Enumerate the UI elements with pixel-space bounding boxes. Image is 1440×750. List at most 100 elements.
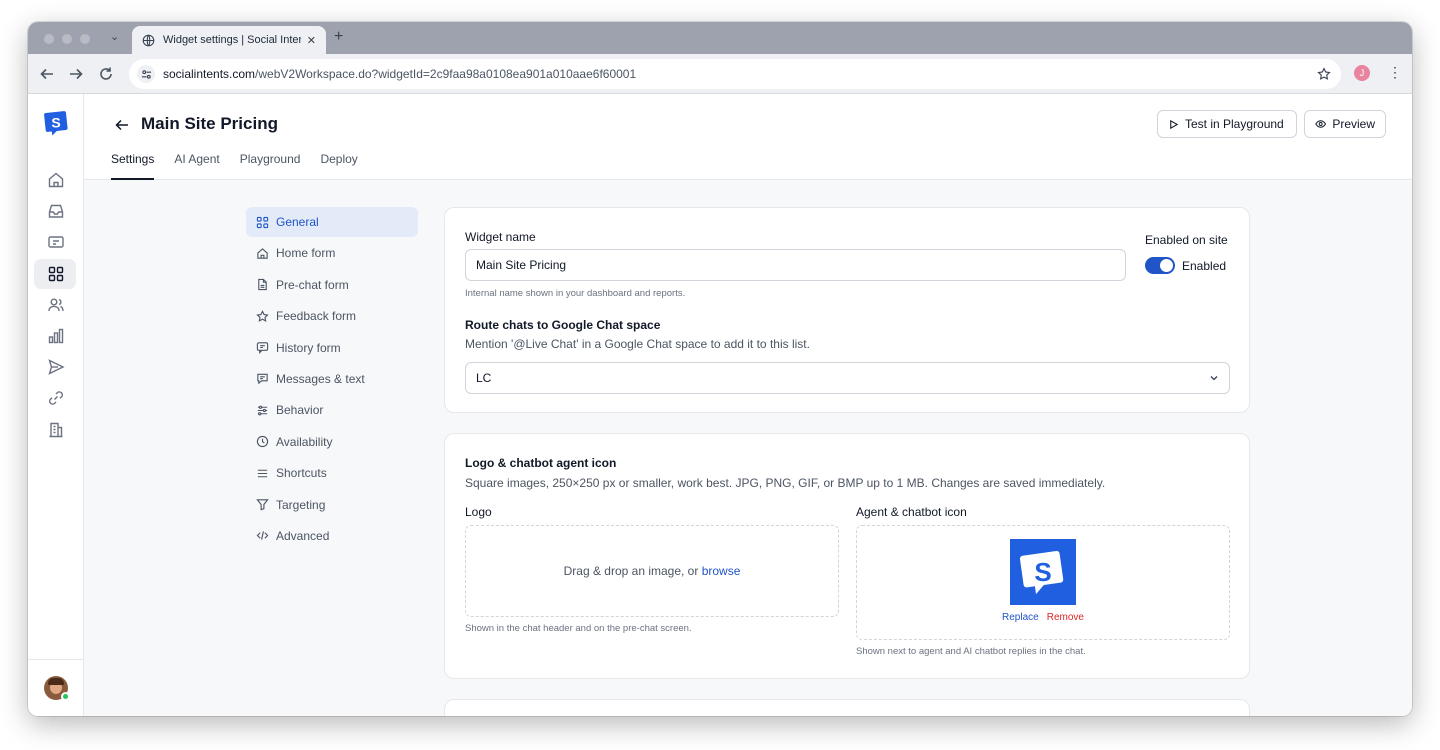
settings-nav-advanced[interactable]: Advanced — [246, 521, 418, 551]
widget-name-label: Widget name — [465, 230, 536, 244]
back-icon[interactable] — [38, 65, 56, 83]
tab-deploy[interactable]: Deploy — [320, 152, 357, 180]
minimize-window-dot[interactable] — [62, 34, 72, 44]
logo-icon-card: Logo & chatbot agent icon Square images,… — [444, 433, 1250, 679]
widgets-grid-icon[interactable] — [46, 264, 66, 284]
browser-window: ⌄ Widget settings | Social Intents ✕ + s… — [28, 22, 1412, 716]
page-header: Main Site Pricing Test in Playground Pre… — [84, 94, 1412, 180]
replace-link[interactable]: Replace — [1002, 612, 1039, 623]
test-in-playground-button[interactable]: Test in Playground — [1157, 110, 1297, 138]
tab-playground[interactable]: Playground — [240, 152, 301, 180]
browse-link[interactable]: browse — [702, 564, 741, 578]
settings-nav-targeting[interactable]: Targeting — [246, 490, 418, 520]
settings-nav: General Home form Pre-chat form Feedback… — [246, 207, 418, 552]
code-icon — [256, 531, 269, 541]
widget-name-hint: Internal name shown in your dashboard an… — [465, 288, 686, 299]
settings-nav-pre-chat-form[interactable]: Pre-chat form — [246, 270, 418, 300]
url-path: /webV2Workspace.do?widgetId=2c9faa98a010… — [255, 67, 637, 81]
settings-nav-general[interactable]: General — [246, 207, 418, 237]
settings-nav-shortcuts[interactable]: Shortcuts — [246, 458, 418, 488]
general-settings-card: Widget name Main Site Pricing Internal n… — [444, 207, 1250, 413]
browser-toolbar: socialintents.com/webV2Workspace.do?widg… — [28, 54, 1412, 94]
eye-icon — [1315, 120, 1327, 128]
site-info-icon[interactable] — [137, 65, 155, 83]
sliders-icon — [257, 405, 268, 416]
browser-menu-icon[interactable]: ⋮ — [1388, 64, 1402, 81]
back-arrow-icon[interactable] — [114, 117, 130, 133]
tab-strip: ⌄ Widget settings | Social Intents ✕ + — [28, 22, 1412, 54]
logo-label: Logo — [465, 505, 492, 519]
agent-icon-label: Agent & chatbot icon — [856, 505, 967, 519]
left-rail: S — [28, 94, 84, 716]
tab-settings[interactable]: Settings — [111, 152, 155, 180]
tab-close-icon[interactable]: ✕ — [307, 34, 316, 47]
social-intents-logo-icon[interactable]: S — [42, 109, 70, 137]
page-title: Main Site Pricing — [141, 114, 278, 133]
globe-icon — [142, 34, 155, 46]
logo-hint: Shown in the chat header and on the pre-… — [465, 623, 692, 634]
tab-search-chevron-icon[interactable]: ⌄ — [110, 30, 119, 43]
next-settings-card — [444, 699, 1250, 716]
integrations-link-icon[interactable] — [46, 388, 66, 408]
logo-section-title: Logo & chatbot agent icon — [465, 456, 617, 470]
users-icon[interactable] — [46, 295, 66, 315]
profile-avatar[interactable]: J — [1354, 65, 1370, 81]
dropzone-text: Drag & drop an image, or browse — [563, 564, 741, 578]
file-icon — [258, 279, 267, 291]
ticket-icon[interactable] — [46, 232, 66, 252]
company-building-icon[interactable] — [46, 420, 66, 440]
settings-nav-history-form[interactable]: History form — [246, 333, 418, 363]
rail-divider — [28, 659, 84, 660]
google-chat-space-select[interactable]: LC — [465, 362, 1230, 394]
logo-section-description: Square images, 250×250 px or smaller, wo… — [465, 476, 1106, 490]
enabled-toggle[interactable] — [1145, 257, 1175, 274]
tab-ai-agent[interactable]: AI Agent — [174, 152, 219, 180]
route-chats-label: Route chats to Google Chat space — [465, 318, 661, 332]
settings-nav-home-form[interactable]: Home form — [246, 238, 418, 268]
filter-icon — [256, 499, 269, 511]
enabled-on-site-label: Enabled on site — [1145, 233, 1228, 247]
app: S Main Site Pricing Test in Playground P… — [28, 94, 1412, 716]
settings-nav-messages-text[interactable]: Messages & text — [246, 364, 418, 394]
reload-icon[interactable] — [97, 65, 115, 83]
send-icon[interactable] — [46, 357, 66, 377]
analytics-icon[interactable] — [46, 326, 66, 346]
chevron-down-icon — [1210, 376, 1218, 381]
settings-nav-feedback-form[interactable]: Feedback form — [246, 301, 418, 331]
forward-icon[interactable] — [67, 65, 85, 83]
star-icon — [256, 309, 269, 322]
page-tabs: Settings AI Agent Playground Deploy — [111, 152, 358, 180]
svg-text:S: S — [1034, 557, 1051, 587]
tab-title: Widget settings | Social Intents — [163, 34, 301, 46]
agent-icon-dropzone[interactable]: S Replace Remove — [856, 525, 1230, 640]
icon-actions: Replace Remove — [857, 612, 1229, 623]
url-host: socialintents.com — [163, 67, 256, 81]
settings-nav-availability[interactable]: Availability — [246, 427, 418, 457]
play-icon — [1170, 119, 1179, 129]
maximize-window-dot[interactable] — [80, 34, 90, 44]
chat-icon — [256, 342, 269, 355]
logo-dropzone[interactable]: Drag & drop an image, or browse — [465, 525, 839, 617]
remove-link[interactable]: Remove — [1047, 612, 1084, 623]
agent-icon-hint: Shown next to agent and AI chatbot repli… — [856, 646, 1086, 657]
online-status-dot — [61, 692, 70, 701]
preview-button[interactable]: Preview — [1304, 110, 1386, 138]
enabled-state-label: Enabled — [1182, 259, 1227, 273]
list-icon — [257, 469, 268, 477]
widget-name-input[interactable]: Main Site Pricing — [465, 249, 1126, 281]
agent-chatbot-icon-image: S — [1010, 539, 1076, 605]
inbox-icon[interactable] — [46, 201, 66, 221]
home-icon — [257, 247, 268, 259]
bookmark-star-icon[interactable] — [1317, 67, 1331, 81]
address-bar[interactable]: socialintents.com/webV2Workspace.do?widg… — [129, 59, 1341, 89]
new-tab-icon[interactable]: + — [334, 28, 343, 46]
settings-nav-behavior[interactable]: Behavior — [246, 395, 418, 425]
message-icon — [257, 374, 268, 385]
route-chats-description: Mention '@Live Chat' in a Google Chat sp… — [465, 337, 810, 351]
close-window-dot[interactable] — [44, 34, 54, 44]
clock-icon — [256, 436, 269, 448]
home-icon[interactable] — [46, 170, 66, 190]
grid-icon — [256, 216, 269, 228]
browser-tab[interactable]: Widget settings | Social Intents ✕ — [132, 26, 326, 54]
svg-text:S: S — [51, 115, 60, 131]
